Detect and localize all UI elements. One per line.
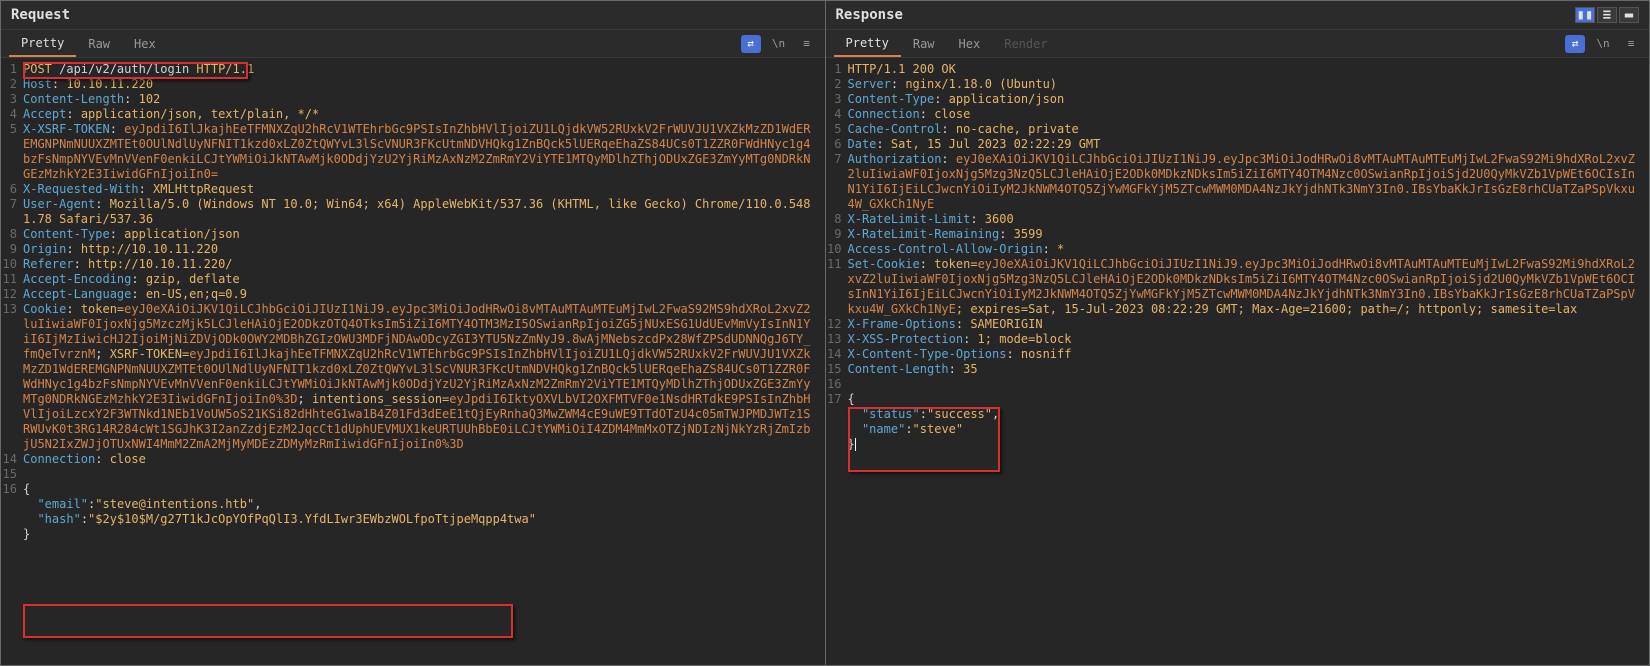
response-code[interactable]: 1HTTP/1.1 200 OK 2Server: nginx/1.18.0 (… [826,58,1650,665]
request-toolbar: Pretty Raw Hex ⇄ \n ≡ [1,30,825,58]
layout-split-icon[interactable]: ▮▮ [1575,7,1595,23]
app-root: Request Pretty Raw Hex ⇄ \n ≡ 1POST /api… [0,0,1650,666]
newline-icon[interactable]: \n [769,35,789,53]
tab-raw[interactable]: Raw [76,32,122,56]
request-header: Request [1,1,825,30]
text-cursor [855,438,856,451]
http-method: POST [23,62,52,76]
response-toolbar: Pretty Raw Hex Render ⇄ \n ≡ [826,30,1650,58]
response-title: Response [836,7,903,23]
request-title: Request [11,7,70,23]
tab-hex[interactable]: Hex [947,32,993,56]
arrows-icon[interactable]: ⇄ [741,35,761,53]
layout-toggle: ▮▮ ≡ ▬ [1575,7,1639,23]
layout-single-icon[interactable]: ▬ [1619,7,1639,23]
response-panel: Response ▮▮ ≡ ▬ Pretty Raw Hex Render ⇄ … [826,1,1650,665]
request-code[interactable]: 1POST /api/v2/auth/login HTTP/1.1 2Host:… [1,58,825,665]
arrows-icon[interactable]: ⇄ [1565,35,1585,53]
menu-icon[interactable]: ≡ [797,35,817,53]
tab-raw[interactable]: Raw [901,32,947,56]
tab-hex[interactable]: Hex [122,32,168,56]
layout-horizontal-icon[interactable]: ≡ [1597,7,1617,23]
request-panel: Request Pretty Raw Hex ⇄ \n ≡ 1POST /api… [1,1,826,665]
response-header: Response ▮▮ ≡ ▬ [826,1,1650,30]
newline-icon[interactable]: \n [1593,35,1613,53]
highlight-request-body [23,604,513,638]
menu-icon[interactable]: ≡ [1621,35,1641,53]
tab-pretty[interactable]: Pretty [9,31,76,57]
tab-pretty[interactable]: Pretty [834,31,901,57]
tab-render[interactable]: Render [992,32,1059,56]
